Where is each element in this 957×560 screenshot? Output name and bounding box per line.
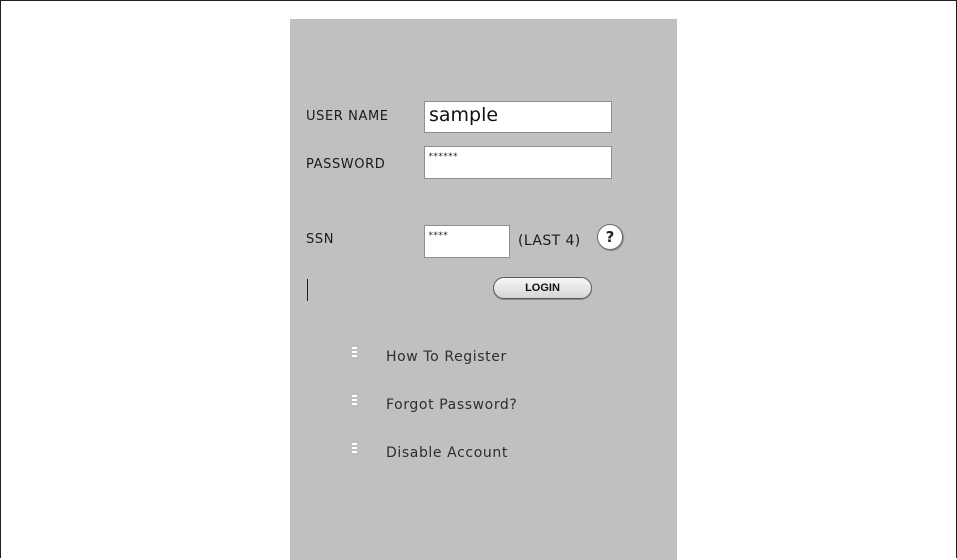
username-input[interactable]: sample — [424, 101, 612, 133]
ssn-hint: (LAST 4) — [518, 233, 581, 249]
password-mask: ****** — [428, 152, 458, 162]
login-button[interactable]: LOGIN — [493, 277, 592, 299]
help-symbol: ? — [605, 228, 615, 246]
login-button-label: LOGIN — [525, 282, 560, 294]
login-panel: USER NAME sample PASSWORD ****** SSN ***… — [290, 19, 677, 560]
username-value: sample — [429, 104, 499, 126]
bullet-icon — [352, 347, 357, 359]
link-label[interactable]: How To Register — [386, 349, 507, 365]
link-label[interactable]: Disable Account — [386, 445, 508, 461]
username-label: USER NAME — [306, 109, 389, 124]
bullet-icon — [352, 443, 357, 455]
ssn-mask: **** — [428, 231, 448, 241]
bullet-icon — [352, 395, 357, 407]
page-frame: USER NAME sample PASSWORD ****** SSN ***… — [0, 0, 957, 560]
ssn-input[interactable]: **** — [424, 225, 510, 258]
password-input[interactable]: ****** — [424, 146, 612, 179]
text-cursor — [307, 279, 308, 301]
ssn-label: SSN — [306, 232, 335, 247]
help-icon[interactable]: ? — [597, 224, 623, 250]
password-label: PASSWORD — [306, 157, 386, 172]
link-label[interactable]: Forgot Password? — [386, 397, 517, 413]
